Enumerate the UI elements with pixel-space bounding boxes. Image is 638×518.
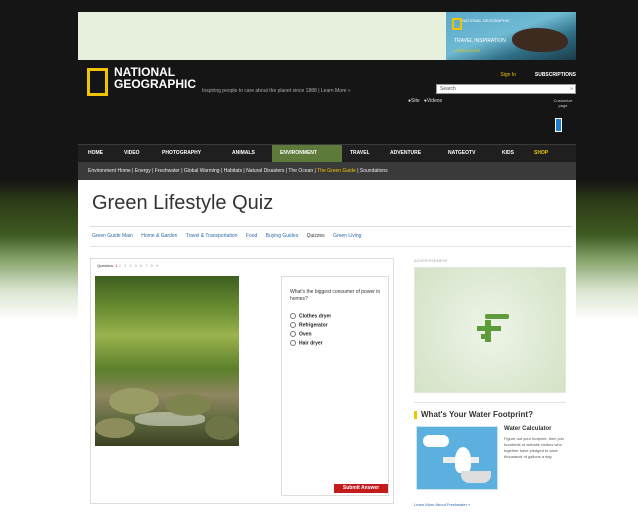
top-banner-ad[interactable]: NATIONAL GEOGRAPHIC TRAVEL INSPIRATION L… [78, 12, 576, 60]
nav-animals[interactable]: ANIMALS [232, 150, 255, 156]
radio-icon[interactable] [290, 340, 296, 346]
divider [90, 226, 572, 227]
radio-site[interactable]: ●Site [408, 98, 420, 104]
water-calculator-image[interactable] [416, 426, 498, 490]
nav-kids[interactable]: KIDS [502, 150, 514, 156]
ad-label: ADVERTISEMENT [414, 258, 448, 263]
radio-icon[interactable] [290, 313, 296, 319]
quiz-photo [95, 276, 239, 446]
nav-natgeotv[interactable]: NATGEOTV [448, 150, 475, 156]
question-text: What's the biggest consumer of power in … [290, 289, 381, 302]
nav-travel[interactable]: TRAVEL [350, 150, 370, 156]
submit-answer-button[interactable]: Submit Answer [334, 484, 388, 493]
nav-home[interactable]: HOME [88, 150, 103, 156]
ng-mini-logo-icon [452, 18, 462, 30]
sea-lion-image [512, 28, 568, 52]
subnav-soundations[interactable]: Soundations [360, 168, 388, 174]
nav-video[interactable]: VIDEO [124, 150, 140, 156]
subnav-global-warming[interactable]: Global Warming [184, 168, 220, 174]
accent-bar [414, 410, 417, 419]
quiz-container: Question: 1 2 3 4 5 6 7 8 9 What's the b… [90, 258, 394, 504]
nav-environment[interactable]: ENVIRONMENT [280, 150, 317, 156]
link-buying-guides[interactable]: Buying Guides [266, 233, 299, 239]
main-content: Green Lifestyle Quiz Green Guide Main Ho… [78, 180, 576, 518]
search-scope: ●Site ●Videos [408, 98, 442, 104]
ad-cta[interactable]: LEARN MORE [454, 48, 480, 53]
option-oven[interactable]: Oven [290, 331, 312, 337]
link-travel-transportation[interactable]: Travel & Transportation [186, 233, 238, 239]
question-panel: What's the biggest consumer of power in … [281, 276, 389, 496]
subnav-natural-disasters[interactable]: Natural Disasters [246, 168, 284, 174]
cloud-icon [423, 435, 449, 447]
option-clothes-dryer[interactable]: Clothes dryer [290, 313, 331, 319]
ad-headline: TRAVEL INSPIRATION [454, 38, 506, 44]
tub-icon [461, 471, 491, 483]
nav-photography[interactable]: PHOTOGRAPHY [162, 150, 201, 156]
sign-in-link[interactable]: Sign In [500, 72, 516, 78]
site-logo-text[interactable]: NATIONAL GEOGRAPHIC [114, 66, 204, 90]
divider [414, 402, 566, 403]
page-title: Green Lifestyle Quiz [92, 192, 274, 214]
bird-icon [455, 447, 471, 473]
subnav-habitats[interactable]: Habitats [224, 168, 242, 174]
sub-nav-links: Environment Home | Energy | Freshwater |… [88, 168, 388, 174]
link-home-garden[interactable]: Home & Garden [141, 233, 177, 239]
learn-more-freshwater-link[interactable]: Learn More About Freshwater » [414, 502, 470, 507]
travel-ad[interactable]: NATIONAL GEOGRAPHIC TRAVEL INSPIRATION L… [446, 12, 576, 60]
subnav-freshwater[interactable]: Freshwater [155, 168, 180, 174]
option-hair-dryer[interactable]: Hair dryer [290, 340, 323, 346]
rock [205, 416, 239, 440]
divider [90, 246, 572, 247]
nav-shop[interactable]: SHOP [534, 150, 548, 156]
radio-icon[interactable] [290, 331, 296, 337]
ng-logo-icon[interactable] [87, 68, 108, 96]
link-food[interactable]: Food [246, 233, 257, 239]
widget-icon[interactable] [555, 118, 562, 132]
subnav-energy[interactable]: Energy [135, 168, 151, 174]
main-nav: HOME VIDEO PHOTOGRAPHY ANIMALS ENVIRONME… [78, 144, 576, 163]
subnav-environment-home[interactable]: Environment Home [88, 168, 131, 174]
sidebar: ADVERTISEMENT What's Your Water Footprin… [414, 258, 566, 518]
search-input[interactable]: Search » [436, 84, 576, 94]
green-guide-links: Green Guide Main Home & Garden Travel & … [92, 233, 368, 239]
faucet-icon [477, 326, 501, 331]
subnav-green-guide[interactable]: The Green Guide [317, 168, 356, 174]
customize-link[interactable]: Customize page [552, 98, 574, 108]
tagline[interactable]: Inspiring people to care about the plane… [202, 88, 351, 94]
nav-adventure[interactable]: ADVENTURE [390, 150, 421, 156]
rock [95, 418, 135, 438]
logo-line2: GEOGRAPHIC [114, 77, 197, 91]
subnav-the-ocean[interactable]: The Ocean [288, 168, 313, 174]
sidebar-ad[interactable] [414, 267, 566, 393]
question-numbers: 2 3 4 5 6 7 8 9 [118, 263, 160, 268]
site-container: NATIONAL GEOGRAPHIC TRAVEL INSPIRATION L… [78, 0, 576, 518]
water-footprint-title: What's Your Water Footprint? [414, 410, 533, 419]
link-green-guide-main[interactable]: Green Guide Main [92, 233, 133, 239]
current-question: 1 [115, 263, 118, 268]
faucet-icon [481, 334, 491, 339]
link-green-living[interactable]: Green Living [333, 233, 361, 239]
option-refrigerator[interactable]: Refrigerator [290, 322, 328, 328]
search-placeholder: Search [440, 86, 456, 92]
radio-videos[interactable]: ●Videos [424, 98, 442, 104]
radio-icon[interactable] [290, 322, 296, 328]
water-calculator-link[interactable]: Water Calculator [504, 426, 551, 432]
sub-nav: Environment Home | Energy | Freshwater |… [78, 162, 576, 180]
question-label: Question: [97, 263, 115, 268]
rock [165, 394, 211, 416]
rock [109, 388, 159, 414]
water-calculator-description: Figure out your footprint, then join hun… [504, 436, 564, 459]
link-quizzes[interactable]: Quizzes [307, 233, 325, 239]
subscriptions-link[interactable]: SUBSCRIPTIONS [535, 72, 576, 78]
faucet-icon [485, 314, 509, 319]
ad-brand: NATIONAL GEOGRAPHIC [462, 18, 510, 23]
search-go-icon[interactable]: » [570, 86, 573, 92]
question-counter: Question: 1 2 3 4 5 6 7 8 9 [97, 263, 159, 268]
